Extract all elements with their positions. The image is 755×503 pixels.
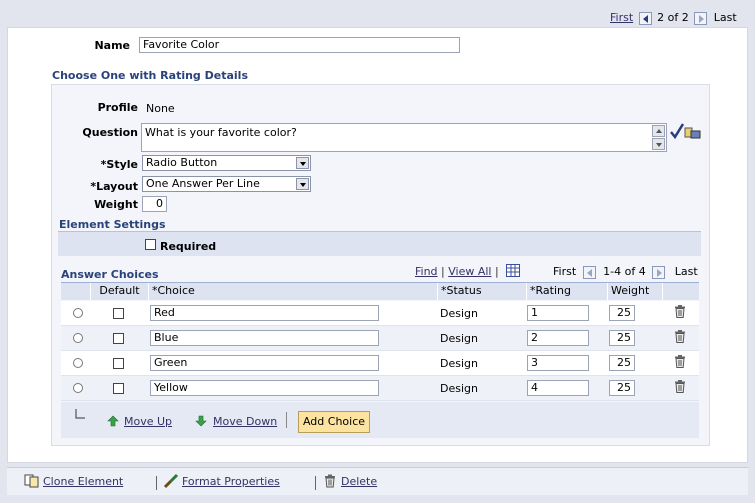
grid-header-select	[61, 283, 91, 300]
answer-grid: Default *Choice *Status *Rating Weight R…	[61, 282, 699, 401]
table-row: Blue Design 2 25	[61, 326, 699, 351]
required-checkbox[interactable]	[145, 239, 156, 250]
question-label: Question	[82, 126, 138, 139]
format-properties-link[interactable]: Format Properties	[182, 475, 280, 488]
grid-first: First	[553, 265, 577, 278]
default-checkbox[interactable]	[113, 383, 124, 394]
grid-header-choice: *Choice	[149, 283, 438, 300]
scroll-down-icon[interactable]	[652, 138, 665, 150]
pager-count: 2 of 2	[657, 11, 689, 24]
grid-header-status: *Status	[438, 283, 527, 300]
format-brush-icon[interactable]	[163, 473, 179, 489]
element-settings-title: Element Settings	[59, 218, 166, 231]
add-choice-button[interactable]: Add Choice	[298, 411, 370, 433]
move-down-link[interactable]: Move Down	[213, 415, 277, 428]
chevron-down-icon	[296, 178, 309, 190]
prev-page-icon	[582, 265, 596, 279]
footer-divider	[315, 476, 316, 490]
profile-value: None	[146, 102, 175, 115]
view-all-link[interactable]: View All	[448, 265, 491, 278]
table-row: Green Design 3 25	[61, 351, 699, 376]
scroll-up-icon[interactable]	[652, 125, 665, 137]
status-text: Design	[440, 307, 478, 320]
pager-last: Last	[713, 11, 737, 24]
trash-icon[interactable]	[674, 355, 686, 368]
row-select-radio[interactable]	[73, 358, 83, 368]
answer-choices-title: Answer Choices	[61, 268, 159, 281]
next-page-icon	[694, 11, 708, 25]
table-row: Yellow Design 4 25	[61, 376, 699, 401]
profile-label: Profile	[97, 101, 138, 114]
grid-last: Last	[674, 265, 698, 278]
top-pager: First 2 of 2 Last	[610, 10, 737, 26]
grid-header-delete	[663, 283, 699, 300]
weight-cell-input[interactable]: 25	[609, 355, 635, 371]
arrow-down-icon[interactable]	[195, 415, 207, 427]
divider	[286, 412, 287, 428]
layout-value: One Answer Per Line	[146, 177, 260, 190]
name-label: Name	[94, 39, 130, 52]
weight-cell-input[interactable]: 25	[609, 305, 635, 321]
arrow-up-icon[interactable]	[107, 415, 119, 427]
footer-divider	[156, 476, 157, 490]
rating-input[interactable]: 4	[527, 380, 589, 396]
required-label: Required	[160, 240, 217, 253]
rating-input[interactable]: 2	[527, 330, 589, 346]
trash-icon[interactable]	[674, 330, 686, 343]
weight-cell-input[interactable]: 25	[609, 380, 635, 396]
spellcheck-icon[interactable]	[669, 122, 701, 140]
move-up-link[interactable]: Move Up	[124, 415, 172, 428]
grid-count: 1-4 of 4	[603, 265, 646, 278]
prev-page-icon[interactable]	[638, 11, 652, 25]
tree-connector-icon	[75, 409, 85, 419]
status-text: Design	[440, 332, 478, 345]
row-select-radio[interactable]	[73, 383, 83, 393]
grid-header-default: Default	[91, 283, 149, 300]
rating-input[interactable]: 1	[527, 305, 589, 321]
weight-cell-input[interactable]: 25	[609, 330, 635, 346]
find-link[interactable]: Find	[415, 265, 438, 278]
question-textarea[interactable]: What is your favorite color?	[141, 123, 667, 152]
layout-label: *Layout	[90, 180, 138, 193]
chevron-down-icon	[296, 157, 309, 169]
grid-header-weight: Weight	[608, 283, 663, 300]
default-checkbox[interactable]	[113, 308, 124, 319]
delete-link[interactable]: Delete	[341, 475, 377, 488]
trash-icon[interactable]	[674, 305, 686, 318]
style-label: *Style	[100, 158, 138, 171]
clone-element-link[interactable]: Clone Element	[43, 475, 123, 488]
trash-icon[interactable]	[674, 380, 686, 393]
choice-input[interactable]: Red	[150, 305, 379, 321]
default-checkbox[interactable]	[113, 358, 124, 369]
question-text: What is your favorite color?	[145, 126, 297, 139]
status-text: Design	[440, 357, 478, 370]
weight-input[interactable]: 0	[142, 196, 167, 212]
row-select-radio[interactable]	[73, 308, 83, 318]
grid-pager: First 1-4 of 4 Last	[553, 264, 698, 280]
pager-first-link[interactable]: First	[610, 11, 633, 24]
default-checkbox[interactable]	[113, 333, 124, 344]
row-select-radio[interactable]	[73, 333, 83, 343]
name-input[interactable]: Favorite Color	[139, 37, 460, 53]
style-select[interactable]: Radio Button	[142, 155, 311, 171]
grid-toolbar: Find | View All |	[415, 265, 499, 278]
choice-input[interactable]: Yellow	[150, 380, 379, 396]
status-text: Design	[440, 382, 478, 395]
layout-select[interactable]: One Answer Per Line	[142, 176, 311, 192]
clone-icon[interactable]	[24, 474, 40, 488]
table-row: Red Design 1 25	[61, 301, 699, 326]
download-grid-icon[interactable]	[506, 264, 520, 277]
grid-header-rating: *Rating	[527, 283, 608, 300]
trash-icon[interactable]	[324, 474, 336, 488]
section-title: Choose One with Rating Details	[52, 69, 248, 82]
choice-input[interactable]: Blue	[150, 330, 379, 346]
rating-input[interactable]: 3	[527, 355, 589, 371]
weight-label: Weight	[94, 198, 138, 211]
next-page-icon	[652, 265, 666, 279]
style-value: Radio Button	[146, 156, 218, 169]
choice-input[interactable]: Green	[150, 355, 379, 371]
